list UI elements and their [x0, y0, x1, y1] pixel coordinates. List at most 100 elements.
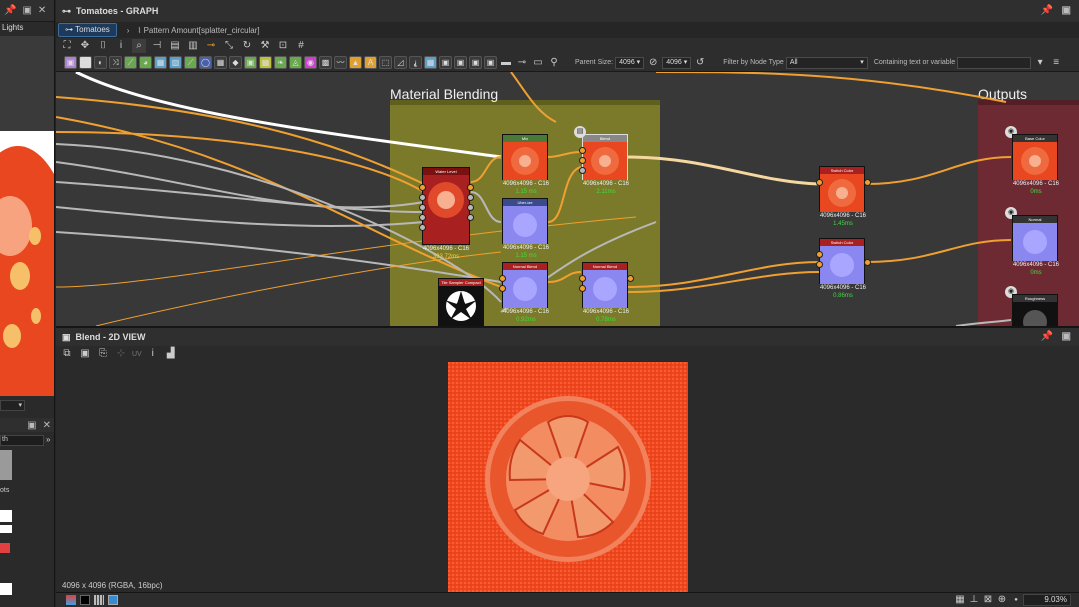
- copy-icon[interactable]: ⎘: [96, 347, 110, 361]
- fx-node-icon[interactable]: ◉: [304, 56, 317, 69]
- link-size-icon[interactable]: ⊘: [646, 56, 660, 70]
- left-search-input[interactable]: th: [0, 435, 44, 446]
- grid-icon[interactable]: #: [294, 39, 308, 53]
- expand-icon[interactable]: »: [46, 435, 50, 444]
- view-canvas[interactable]: 4096 x 4096 (RGBA, 16bpc): [56, 362, 1079, 594]
- zoom-field[interactable]: 9.03%: [1023, 594, 1071, 606]
- output-node-icon[interactable]: ▣: [439, 56, 452, 69]
- breadcrumb[interactable]: ⌇ Pattern Amount[splatter_circular]: [137, 26, 259, 35]
- tools-icon[interactable]: ⚒: [258, 39, 272, 53]
- input-pin[interactable]: [579, 157, 586, 164]
- size-select[interactable]: 4096 ▾: [662, 56, 692, 69]
- layout-icon[interactable]: ▤: [168, 39, 182, 53]
- levels-node-icon[interactable]: ◕: [139, 56, 152, 69]
- output-pin[interactable]: [864, 179, 871, 186]
- library-thumbnail[interactable]: [0, 450, 12, 480]
- input-pin[interactable]: [419, 224, 426, 231]
- restore-icon[interactable]: ▣: [27, 420, 36, 431]
- library-item-label[interactable]: ots: [0, 487, 9, 494]
- layers-icon[interactable]: [66, 595, 76, 605]
- node-uberize[interactable]: Uber-ize: [502, 198, 548, 244]
- fxmap-node-icon[interactable]: ⸘: [409, 56, 422, 69]
- left-viewport[interactable]: [0, 36, 54, 431]
- uv-select[interactable]: UV: [132, 351, 142, 358]
- output-pin[interactable]: [627, 275, 634, 282]
- save-icon[interactable]: ▣: [78, 347, 92, 361]
- library-swatch[interactable]: [0, 543, 10, 553]
- svg-node-icon[interactable]: ▢: [79, 56, 92, 69]
- pin-icon[interactable]: 📌: [4, 5, 16, 16]
- tab-tomatoes[interactable]: ⊶ Tomatoes: [58, 23, 117, 37]
- graph-canvas[interactable]: Material Blending Outputs Water Level 40…: [56, 72, 1079, 326]
- output-pin[interactable]: [467, 204, 474, 211]
- input-pin[interactable]: [816, 179, 823, 186]
- info-icon[interactable]: i: [114, 39, 128, 53]
- restore-icon[interactable]: ▣: [1062, 331, 1071, 342]
- input-pin[interactable]: [499, 285, 506, 292]
- output-pin[interactable]: [467, 214, 474, 221]
- input-pin[interactable]: [579, 147, 586, 154]
- input-pin[interactable]: [816, 251, 823, 258]
- node-output-normal[interactable]: Normal: [1012, 215, 1058, 261]
- fit-icon[interactable]: ⧉: [60, 347, 74, 361]
- frame-icon[interactable]: ⊠: [981, 593, 995, 607]
- input-pin[interactable]: [419, 184, 426, 191]
- triangle-node-icon[interactable]: ▲: [349, 56, 362, 69]
- search-icon[interactable]: ⌕: [132, 39, 146, 53]
- wire-icon[interactable]: ⤡: [222, 39, 236, 53]
- pin-connect-icon[interactable]: ⊸: [515, 56, 529, 70]
- frame-node-icon[interactable]: ⬚: [379, 56, 392, 69]
- library-swatch[interactable]: [0, 525, 12, 533]
- center-icon[interactable]: ⊕: [995, 593, 1009, 607]
- refresh-icon[interactable]: ↻: [240, 39, 254, 53]
- tiling-icon[interactable]: ⊹: [114, 347, 128, 361]
- parent-size-select[interactable]: 4096 ▾: [615, 56, 645, 69]
- pin-icon[interactable]: 📌: [1041, 331, 1053, 342]
- hsl-node-icon[interactable]: ▦: [259, 56, 272, 69]
- color-node-icon[interactable]: ▣: [244, 56, 257, 69]
- input-node-icon[interactable]: ▦: [424, 56, 437, 69]
- comment-icon[interactable]: ▬: [499, 56, 513, 70]
- pattern-node-icon[interactable]: ▦: [214, 56, 227, 69]
- library-swatch[interactable]: [0, 510, 12, 522]
- comment-node-icon[interactable]: ◿: [394, 56, 407, 69]
- frame-all-icon[interactable]: ⛶: [60, 39, 74, 53]
- lights-label[interactable]: Lights: [2, 23, 23, 32]
- chevron-down-icon[interactable]: ▾: [1033, 56, 1047, 70]
- gradient-node-icon[interactable]: ▦: [154, 56, 167, 69]
- node-output-basecolor[interactable]: Base Color: [1012, 134, 1058, 180]
- curve-node-icon[interactable]: ⟋: [124, 56, 137, 69]
- value-node-icon[interactable]: ▣: [469, 56, 482, 69]
- noise-node-icon[interactable]: ◯: [199, 56, 212, 69]
- export-icon[interactable]: ⊡: [276, 39, 290, 53]
- text-node-icon[interactable]: A: [364, 56, 377, 69]
- node-switch-normal[interactable]: Switch Color: [816, 238, 871, 284]
- restore-icon[interactable]: ▣: [1062, 5, 1071, 16]
- bitmap-node-icon[interactable]: ▣: [64, 56, 77, 69]
- camera-icon[interactable]: ⌷: [96, 39, 110, 53]
- info-icon[interactable]: i: [146, 347, 160, 361]
- distribute-icon[interactable]: ▥: [186, 39, 200, 53]
- uniform-node-icon[interactable]: ▣: [454, 56, 467, 69]
- node-switch-color[interactable]: Switch Color: [816, 166, 871, 212]
- node-mix[interactable]: Mix: [502, 134, 548, 180]
- reset-icon[interactable]: ↺: [693, 56, 707, 70]
- align-icon[interactable]: ⊣: [150, 39, 164, 53]
- histogram-icon[interactable]: ▟: [164, 347, 178, 361]
- menu-icon[interactable]: ≡: [1049, 56, 1063, 70]
- node-normal-blend-2[interactable]: Normal Blend: [579, 262, 634, 308]
- blend-node-icon[interactable]: ◐: [94, 56, 107, 69]
- output-pin[interactable]: [864, 259, 871, 266]
- grid-icon[interactable]: ▦: [953, 593, 967, 607]
- texture-preview[interactable]: [448, 362, 688, 594]
- close-icon[interactable]: ✕: [43, 420, 51, 431]
- input-pin[interactable]: [579, 285, 586, 292]
- node-normal-blend-1[interactable]: Normal Blend: [499, 262, 548, 308]
- output-pin[interactable]: [467, 194, 474, 201]
- document-icon[interactable]: ▤: [574, 126, 586, 138]
- shape-node-icon[interactable]: ◆: [229, 56, 242, 69]
- link-icon[interactable]: ⊸: [204, 39, 218, 53]
- pixel-node-icon[interactable]: ▩: [319, 56, 332, 69]
- filter-select[interactable]: All ▾: [785, 56, 868, 69]
- close-icon[interactable]: ✕: [38, 5, 46, 16]
